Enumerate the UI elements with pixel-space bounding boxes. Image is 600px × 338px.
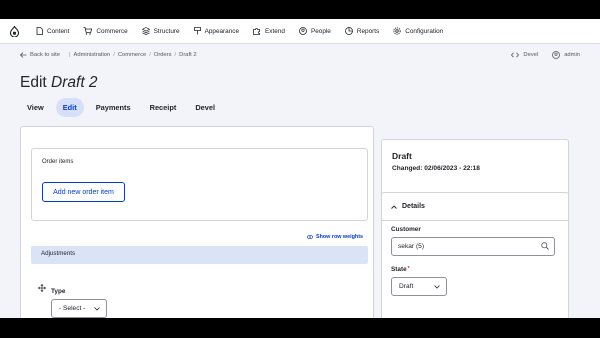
chevron-up-icon xyxy=(391,204,397,209)
toolbar-label: Reports xyxy=(356,27,380,35)
devel-label: Devel xyxy=(523,52,539,58)
details-heading: Details xyxy=(402,203,425,210)
tab-edit[interactable]: Edit xyxy=(55,98,84,117)
secondary-links: Devel admin xyxy=(497,51,600,59)
admin-toolbar: Content Commerce Structure Appearance Ex… xyxy=(0,19,600,44)
gear-icon xyxy=(393,27,401,35)
drag-handle-icon[interactable] xyxy=(38,284,46,292)
toolbar-extend[interactable]: Extend xyxy=(245,19,291,44)
toolbar-commerce[interactable]: Commerce xyxy=(75,19,133,44)
breadcrumb-separator: | xyxy=(68,52,71,58)
app-frame: Content Commerce Structure Appearance Ex… xyxy=(0,19,600,318)
state-label: State* xyxy=(391,266,410,273)
toolbar-label: Commerce xyxy=(96,27,128,35)
tab-devel[interactable]: Devel xyxy=(188,98,222,117)
state-select-value: Draft xyxy=(399,283,414,290)
search-icon xyxy=(541,242,549,250)
eye-icon xyxy=(307,234,313,240)
code-icon xyxy=(511,52,520,58)
structure-icon xyxy=(141,27,150,35)
toolbar-structure[interactable]: Structure xyxy=(134,19,186,44)
order-form-card: Order items Add new order item Show row … xyxy=(20,126,374,318)
breadcrumb-item[interactable]: Orders xyxy=(154,52,172,58)
back-label: Back to site xyxy=(30,52,60,58)
breadcrumb-item[interactable]: Administration xyxy=(73,52,110,58)
adjustments-header: Adjustments xyxy=(31,246,368,264)
order-items-fieldset: Order items Add new order item xyxy=(31,148,368,221)
row-weights-label: Show row weights xyxy=(315,234,363,240)
user-icon xyxy=(552,51,561,59)
tab-receipt[interactable]: Receipt xyxy=(143,98,184,117)
page-title: Edit Draft 2 xyxy=(20,74,98,92)
breadcrumb-item[interactable]: Commerce xyxy=(118,52,146,58)
user-link[interactable]: admin xyxy=(552,51,580,59)
back-to-site-link[interactable]: Back to site xyxy=(20,52,60,58)
toolbar-reports[interactable]: Reports xyxy=(337,19,385,44)
type-label: Type xyxy=(51,288,66,295)
puzzle-icon xyxy=(253,28,260,35)
arrow-left-icon xyxy=(20,52,27,58)
state-select[interactable]: Draft xyxy=(391,277,447,296)
details-toggle[interactable]: Details xyxy=(391,203,425,210)
title-italic: Draft 2 xyxy=(51,74,98,91)
chevron-down-icon xyxy=(434,285,440,289)
person-icon xyxy=(299,27,307,35)
toolbar-label: Appearance xyxy=(204,27,240,35)
breadcrumb: Back to site | Administration / Commerce… xyxy=(0,52,197,58)
toolbar-label: People xyxy=(310,27,331,35)
show-row-weights-link[interactable]: Show row weights xyxy=(307,234,363,240)
drop-icon xyxy=(9,25,19,37)
toolbar-label: Extend xyxy=(265,27,285,35)
breadcrumb-item: Draft 2 xyxy=(179,52,197,58)
tab-view[interactable]: View xyxy=(20,98,51,117)
breadcrumb-separator: / xyxy=(174,52,177,58)
local-tasks: View Edit Payments Receipt Devel xyxy=(20,98,227,117)
toolbar-label: Content xyxy=(47,27,70,35)
add-order-item-button[interactable]: Add new order item xyxy=(42,182,125,202)
chart-icon xyxy=(344,27,353,35)
devel-link[interactable]: Devel xyxy=(511,52,538,58)
status-title: Draft xyxy=(392,151,412,161)
customer-label: Customer xyxy=(391,226,421,233)
customer-value: sekar (5) xyxy=(398,243,425,250)
toolbar-appearance[interactable]: Appearance xyxy=(186,19,245,44)
user-label: admin xyxy=(564,52,580,58)
toolbar-label: Configuration xyxy=(405,27,444,35)
drupal-logo[interactable] xyxy=(0,19,28,44)
divider xyxy=(382,220,568,221)
breadcrumb-separator: / xyxy=(113,52,115,58)
tab-payments[interactable]: Payments xyxy=(89,98,138,117)
order-items-label: Order items xyxy=(42,159,74,165)
details-card: Details Customer sekar (5) State* Draft xyxy=(381,192,569,318)
status-changed: Changed: 02/06/2023 - 22:18 xyxy=(392,165,480,172)
brush-icon xyxy=(193,27,201,35)
title-prefix: Edit xyxy=(20,74,47,91)
customer-autocomplete-input[interactable]: sekar (5) xyxy=(391,237,555,256)
state-label-text: State xyxy=(391,266,407,273)
breadcrumb-separator: / xyxy=(149,52,151,58)
content-icon xyxy=(36,27,43,35)
required-marker: * xyxy=(407,266,410,272)
type-select[interactable]: - Select - xyxy=(51,299,107,318)
toolbar-configuration[interactable]: Configuration xyxy=(385,19,449,44)
secondary-bar: Back to site | Administration / Commerce… xyxy=(0,45,600,65)
cart-icon xyxy=(83,27,93,35)
toolbar-label: Structure xyxy=(153,27,180,35)
chevron-down-icon xyxy=(94,307,100,311)
toolbar-people[interactable]: People xyxy=(291,19,337,44)
type-select-value: - Select - xyxy=(59,305,86,312)
toolbar-content[interactable]: Content xyxy=(28,19,75,44)
